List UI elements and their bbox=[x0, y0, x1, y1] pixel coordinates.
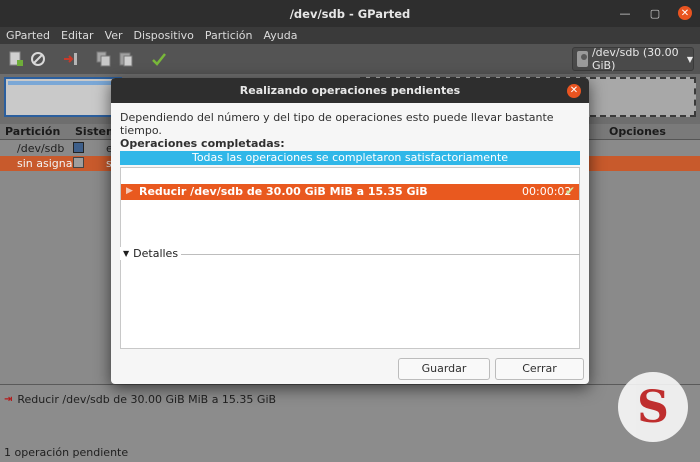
pending-operations-dialog: Realizando operaciones pendientes ✕ Depe… bbox=[111, 78, 589, 384]
partition-name: /dev/sdb bbox=[17, 142, 65, 155]
watermark-logo bbox=[618, 372, 688, 442]
pending-operations-pane: ⇥ Reducir /dev/sdb de 30.00 GiB MiB a 15… bbox=[0, 384, 700, 446]
partition-block-sdb[interactable] bbox=[4, 77, 122, 117]
progress-text: Todas las operaciones se completaron sat… bbox=[191, 151, 509, 164]
status-text: 1 operación pendiente bbox=[4, 446, 129, 459]
status-bar: 1 operación pendiente bbox=[0, 446, 700, 462]
delete-icon[interactable] bbox=[30, 51, 46, 67]
resize-arrow-icon: ⇥ bbox=[4, 394, 13, 405]
dialog-title: Realizando operaciones pendientes bbox=[111, 78, 589, 103]
menu-item-gparted[interactable]: GParted bbox=[6, 29, 50, 42]
maximize-icon[interactable]: ▢ bbox=[648, 6, 662, 20]
column-partition[interactable]: Partición bbox=[5, 125, 60, 138]
filesystem-color-swatch bbox=[73, 142, 84, 153]
menu-item-dispositivo[interactable]: Dispositivo bbox=[134, 29, 194, 42]
save-details-button[interactable]: Guardar detalles bbox=[398, 358, 490, 384]
expand-arrow-icon[interactable]: ▶ bbox=[126, 186, 133, 196]
dialog-description: Dependiendo del número y del tipo de ope… bbox=[120, 111, 554, 137]
minimize-icon[interactable]: — bbox=[618, 6, 632, 20]
dialog-close-icon[interactable]: ✕ bbox=[567, 84, 581, 98]
success-check-icon: ✔ bbox=[565, 184, 576, 198]
device-selector-value: /dev/sdb (30.00 GiB) bbox=[591, 46, 679, 72]
progress-bar: Todas las operaciones se completaron sat… bbox=[120, 151, 580, 165]
menu-item-particion[interactable]: Partición bbox=[205, 29, 253, 42]
new-partition-icon[interactable] bbox=[8, 51, 24, 67]
filesystem-color-swatch bbox=[73, 157, 84, 168]
operation-text: Reducir /dev/sdb de 30.00 GiB MiB a 15.3… bbox=[139, 185, 428, 198]
pending-operation-item[interactable]: ⇥ Reducir /dev/sdb de 30.00 GiB MiB a 15… bbox=[4, 393, 276, 406]
apply-icon[interactable] bbox=[151, 51, 167, 67]
details-label: Detalles bbox=[133, 247, 179, 260]
chevron-down-icon: ▼ bbox=[686, 54, 693, 64]
menu-item-ayuda[interactable]: Ayuda bbox=[264, 29, 298, 42]
pending-operation-text: Reducir /dev/sdb de 30.00 GiB MiB a 15.3… bbox=[17, 393, 277, 406]
disk-icon bbox=[577, 51, 588, 67]
window-controls: — ▢ ✕ bbox=[618, 6, 692, 20]
paste-icon[interactable] bbox=[118, 51, 134, 67]
column-options[interactable]: Opciones bbox=[609, 125, 666, 138]
completed-operations-label: Operaciones completadas: bbox=[120, 137, 285, 150]
copy-icon[interactable] bbox=[96, 51, 112, 67]
window-titlebar: /dev/sdb - GParted — ▢ ✕ bbox=[0, 0, 700, 27]
menu-item-editar[interactable]: Editar bbox=[61, 29, 94, 42]
menu-bar: GParted Editar Ver Dispositivo Partición… bbox=[0, 27, 700, 44]
device-selector[interactable]: /dev/sdb (30.00 GiB) ▼ bbox=[572, 46, 694, 72]
operation-row[interactable]: ▶ Reducir /dev/sdb de 30.00 GiB MiB a 15… bbox=[121, 184, 579, 200]
close-icon[interactable]: ✕ bbox=[678, 6, 692, 20]
partition-name: sin asignar bbox=[17, 157, 78, 170]
details-expander[interactable]: ▼ Detalles bbox=[120, 247, 182, 260]
close-button[interactable]: Cerrar bbox=[495, 358, 584, 380]
operation-time: 00:00:02 bbox=[522, 185, 572, 198]
menu-item-ver[interactable]: Ver bbox=[105, 29, 123, 42]
expander-down-icon: ▼ bbox=[123, 249, 130, 258]
window-title: /dev/sdb - GParted bbox=[289, 7, 411, 21]
resize-move-icon[interactable] bbox=[63, 51, 79, 67]
details-separator bbox=[120, 254, 580, 349]
